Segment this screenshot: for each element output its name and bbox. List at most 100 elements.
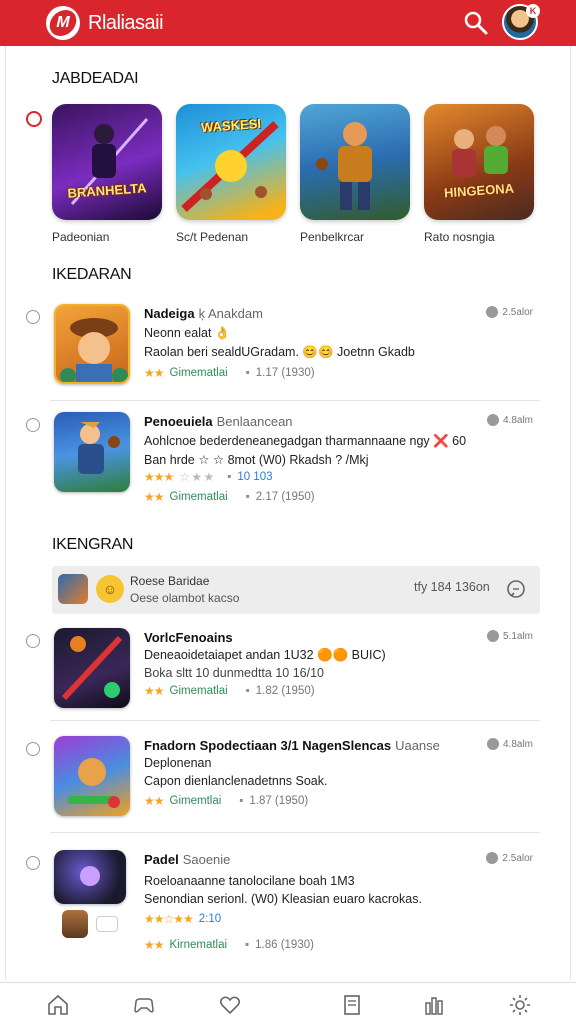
puzzle-icon bbox=[486, 414, 499, 426]
list-item[interactable]: Padel Saoenie Roeloanaanne tanolocilane b… bbox=[26, 850, 541, 960]
list-item[interactable]: VorlcFenoains Deneaoidetaiapet andan 1U3… bbox=[26, 628, 541, 712]
game-title: Fnadorn Spodectiaan 3/1 NagenSlencas Uaan… bbox=[144, 738, 440, 753]
featured-label: Sc/t Pedenan bbox=[176, 230, 249, 244]
genre-label: Gimematlai bbox=[169, 491, 228, 503]
rating-icon: ▪ bbox=[227, 471, 232, 483]
section-title-list: IKEDARAN bbox=[52, 266, 132, 283]
featured-thumbnail: HINGEONA bbox=[424, 104, 534, 220]
genre-label: Gimemtlai bbox=[169, 795, 222, 807]
promo-card[interactable]: ☺ Roese Baridae Oese olambot kacso tfy 1… bbox=[52, 566, 540, 614]
review-count: 1.87 (1950) bbox=[249, 795, 309, 807]
rating-icon: ▪ bbox=[239, 795, 244, 807]
location-icon bbox=[486, 306, 499, 318]
rating-line: ★★ Gimematlai ▪ 1.17 (1930) bbox=[144, 366, 315, 380]
list-item[interactable]: Penoeuiela Benlaancean Aohlcnoe bederdene… bbox=[26, 412, 541, 504]
game-icon bbox=[54, 850, 126, 904]
rating-icon: ▪ bbox=[245, 367, 250, 379]
app-title: Rlaliasaii bbox=[88, 11, 164, 34]
gamepad-icon[interactable] bbox=[132, 993, 156, 1017]
app-logo[interactable]: M bbox=[46, 6, 80, 40]
puzzle-icon bbox=[486, 738, 499, 750]
section-title-list: IKENGRAN bbox=[52, 536, 134, 553]
review-count: 1.86 (1930) bbox=[255, 939, 314, 951]
emoji-icon: ☺ bbox=[96, 575, 124, 603]
game-desc: Capon dienlanclenadetnns Soak. bbox=[144, 774, 328, 788]
game-desc: Deplonenan bbox=[144, 756, 212, 770]
rating-stars: ★★ bbox=[144, 794, 164, 808]
game-desc: Deneaoidetaiapet andan 1U32 🟠🟠 BUIC) bbox=[144, 648, 386, 662]
rating-stars: ★★ bbox=[144, 684, 164, 698]
featured-card[interactable]: Penbelkrcar bbox=[300, 104, 410, 244]
row-radio[interactable] bbox=[26, 856, 40, 870]
row-meta: 2.5alor bbox=[486, 852, 533, 864]
featured-thumbnail bbox=[300, 104, 410, 220]
game-desc: Roeloanaanne tanolocilane boah 1M3 bbox=[144, 874, 355, 888]
game-icon bbox=[54, 628, 130, 708]
document-icon[interactable] bbox=[340, 993, 364, 1017]
featured-thumbnail: BRANHELTA bbox=[52, 104, 162, 220]
tag-chip[interactable] bbox=[96, 916, 118, 932]
game-desc: Ban hrde ☆ ☆ 8mot (W0) Rkadsh ? /Mkj bbox=[144, 453, 369, 467]
rating-line-secondary: ★★☆★★ 2:10 bbox=[144, 912, 221, 926]
game-icon bbox=[54, 412, 130, 492]
chat-icon[interactable] bbox=[506, 579, 526, 599]
divider bbox=[50, 832, 540, 833]
gear-icon[interactable] bbox=[508, 993, 532, 1017]
row-meta: 4.8alm bbox=[486, 414, 533, 426]
rating-stars: ★★★ bbox=[144, 470, 174, 484]
featured-card[interactable]: HINGEONA Rato nosngia bbox=[424, 104, 534, 244]
rating-stars: ☆ ★ ★ bbox=[179, 470, 214, 484]
game-title: Penoeuiela Benlaancean bbox=[144, 414, 293, 429]
promo-subtitle: Oese olambot kacso bbox=[130, 591, 240, 605]
featured-label: Padeonian bbox=[52, 230, 110, 244]
rating-line-secondary: ★★★ ☆ ★ ★ ▪ 10 103 bbox=[144, 470, 273, 484]
rating-line: ★★ Kirnematlai ▪ 1.86 (1930) bbox=[144, 938, 314, 952]
rating-icon: ▪ bbox=[245, 939, 250, 951]
divider bbox=[50, 720, 540, 721]
game-icon bbox=[54, 304, 130, 384]
heart-icon[interactable] bbox=[218, 993, 242, 1017]
rating-icon: ▪ bbox=[245, 685, 250, 697]
list-item[interactable]: Nadeiga ķ Anakdam Neonn ealat 👌 Raolan be… bbox=[26, 304, 541, 388]
author-avatar bbox=[62, 910, 88, 938]
promo-title: Roese Baridae bbox=[130, 574, 210, 588]
rating-stars: ★★ bbox=[144, 490, 164, 504]
featured-radio[interactable] bbox=[26, 111, 42, 127]
search-icon[interactable] bbox=[462, 9, 490, 37]
featured-label: Penbelkrcar bbox=[300, 230, 365, 244]
featured-card[interactable]: WASKESI Sc/t Pedenan bbox=[176, 104, 286, 244]
row-meta: 2.5alor bbox=[486, 306, 533, 318]
home-icon[interactable] bbox=[46, 993, 70, 1017]
avatar-badge: K bbox=[526, 4, 540, 18]
promo-info: tfy 184 136on bbox=[414, 580, 490, 594]
game-desc: Raolan beri sealdUGradam. 😊😊 Joetnn Gkad… bbox=[144, 345, 415, 359]
row-radio[interactable] bbox=[26, 634, 40, 648]
featured-label: Rato nosngia bbox=[424, 230, 495, 244]
row-radio[interactable] bbox=[26, 310, 40, 324]
genre-label: Gimematlai bbox=[169, 685, 228, 697]
rating-stars: ★★ bbox=[144, 366, 164, 380]
divider bbox=[50, 400, 540, 401]
logo-icon: M bbox=[47, 10, 79, 36]
row-radio[interactable] bbox=[26, 742, 40, 756]
rating-line: ★★ Gimemtlai ▪ 1.87 (1950) bbox=[144, 794, 308, 808]
row-meta: 4.8alm bbox=[486, 738, 533, 750]
featured-thumbnail: WASKESI bbox=[176, 104, 286, 220]
game-desc: Aohlcnoe bederdeneanegadgan tharmannaane… bbox=[144, 434, 467, 448]
review-count: 1.82 (1950) bbox=[255, 685, 315, 697]
rating-value: 10 103 bbox=[237, 471, 273, 483]
game-title: VorlcFenoains bbox=[144, 630, 233, 645]
rating-icon: ▪ bbox=[245, 491, 250, 503]
list-item[interactable]: Fnadorn Spodectiaan 3/1 NagenSlencas Uaan… bbox=[26, 736, 541, 820]
puzzle-icon bbox=[486, 630, 499, 642]
rating-stars: ★★☆★★ bbox=[144, 912, 194, 926]
stats-icon[interactable] bbox=[422, 993, 446, 1017]
featured-card[interactable]: BRANHELTA Padeonian bbox=[52, 104, 162, 244]
rating-stars: ★★ bbox=[144, 938, 164, 952]
app-root: M Rlaliasaii K JABDEADAI BRANHELTA Padeo… bbox=[0, 0, 576, 1024]
review-count: 2.17 (1950) bbox=[255, 491, 315, 503]
row-meta: 5.1alm bbox=[486, 630, 533, 642]
row-radio[interactable] bbox=[26, 418, 40, 432]
game-icon bbox=[54, 736, 130, 816]
review-count: 1.17 (1930) bbox=[255, 367, 315, 379]
